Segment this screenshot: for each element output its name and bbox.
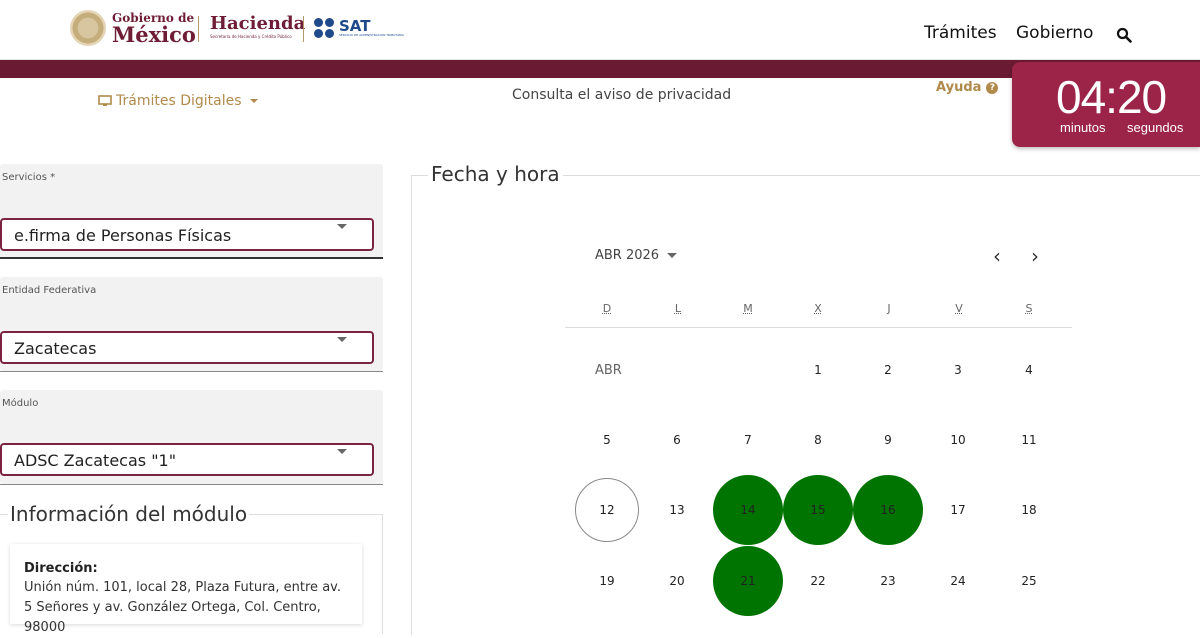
monitor-icon [98, 95, 112, 106]
tramites-digitales-dropdown[interactable]: Trámites Digitales [98, 93, 258, 109]
modulo-value: ADSC Zacatecas "1" [14, 451, 177, 470]
calendar-divider [565, 327, 1072, 328]
calendar-day-available[interactable]: 14 [713, 475, 783, 545]
dow-friday: V [955, 302, 963, 315]
field-underline [0, 371, 383, 372]
entidad-select[interactable]: Zacatecas [0, 331, 374, 364]
calendar-day: 3 [954, 363, 962, 377]
calendar-day: 8 [814, 433, 822, 447]
servicios-select[interactable]: e.firma de Personas Físicas [0, 218, 374, 251]
help-label: Ayuda [936, 80, 982, 95]
dow-saturday: S [1025, 302, 1033, 315]
calendar-day: 25 [1021, 574, 1037, 588]
sat-dots-icon [314, 18, 334, 38]
info-modulo-legend: Información del módulo [8, 502, 250, 526]
prev-month-button[interactable]: ‹ [993, 246, 1001, 266]
calendar-day: 17 [950, 503, 966, 517]
sat-name: SAT [339, 17, 371, 35]
field-underline [0, 484, 383, 485]
calendar-day: 4 [1025, 363, 1033, 377]
calendar-day: 13 [669, 503, 685, 517]
top-header: Gobierno de México Hacienda Secretaría d… [0, 0, 1200, 60]
calendar-day: 20 [669, 574, 685, 588]
calendar-day: 10 [950, 433, 966, 447]
national-seal-icon [70, 10, 106, 46]
hacienda-title: Hacienda [210, 13, 306, 34]
calendar-day: 5 [603, 433, 611, 447]
timer-minutes-label: minutos [1060, 120, 1106, 135]
privacy-notice-link[interactable]: Consulta el aviso de privacidad [512, 87, 731, 103]
calendar-day: 2 [884, 363, 892, 377]
chevron-down-icon [249, 99, 258, 103]
calendar-month-abbr: ABR [595, 363, 622, 378]
search-icon[interactable] [1116, 27, 1132, 43]
logo-divider [303, 16, 304, 42]
tramites-digitales-label: Trámites Digitales [116, 93, 242, 109]
month-selector[interactable]: ABR 2026 [595, 248, 678, 263]
timer-seconds-label: segundos [1127, 120, 1184, 135]
dow-tuesday: M [743, 302, 753, 315]
calendar-day-available[interactable]: 16 [853, 475, 923, 545]
calendar-day-available[interactable]: 21 [713, 546, 783, 616]
month-label: ABR 2026 [595, 248, 660, 263]
dow-thursday: J [887, 302, 891, 315]
sat-subtitle: SERVICIO DE ADMINISTRACIÓN TRIBUTARIA [339, 33, 405, 37]
nav-gobierno[interactable]: Gobierno [1016, 23, 1093, 43]
hacienda-subtitle: Secretaría de Hacienda y Crédito Público [210, 34, 292, 39]
calendar-day: 11 [1021, 433, 1037, 447]
timer-value: 04:20 [1056, 71, 1167, 123]
help-link[interactable]: Ayuda ? [936, 80, 999, 95]
sat-logo[interactable]: SAT SERVICIO DE ADMINISTRACIÓN TRIBUTARI… [314, 18, 404, 38]
question-icon: ? [986, 81, 999, 94]
dow-monday: L [674, 302, 682, 315]
calendar-day: 7 [744, 433, 752, 447]
calendar-day: 24 [950, 574, 966, 588]
calendar-day: 23 [880, 574, 896, 588]
chevron-down-icon [337, 449, 347, 454]
fecha-hora-legend: Fecha y hora [428, 162, 563, 186]
chevron-down-icon [337, 224, 347, 229]
nav-tramites[interactable]: Trámites [924, 23, 997, 43]
servicios-value: e.firma de Personas Físicas [14, 226, 232, 245]
entidad-field: Entidad Federativa Zacatecas [0, 277, 383, 371]
session-timer: 04:20 minutos segundos [1012, 62, 1200, 147]
calendar-day: 6 [673, 433, 681, 447]
dow-sunday: D [602, 302, 612, 315]
direccion-card: Dirección: Unión núm. 101, local 28, Pla… [10, 544, 362, 635]
modulo-field: Módulo ADSC Zacatecas "1" [0, 390, 383, 484]
servicios-field: Servicios * e.firma de Personas Físicas [0, 164, 383, 258]
calendar-day: 18 [1021, 503, 1037, 517]
logo-divider [198, 16, 199, 42]
hacienda-logo[interactable]: Hacienda Secretaría de Hacienda y Crédit… [210, 13, 305, 39]
next-month-button[interactable]: › [1031, 246, 1039, 266]
field-underline [0, 257, 383, 259]
dow-wednesday: X [814, 302, 822, 315]
modulo-label: Módulo [2, 398, 39, 409]
entidad-label: Entidad Federativa [2, 285, 97, 296]
gob-big-text: México [112, 21, 196, 47]
calendar-day: 9 [884, 433, 892, 447]
chevron-down-icon [337, 337, 347, 342]
calendar-day-today: 12 [575, 478, 639, 542]
calendar-day: 22 [810, 574, 826, 588]
chevron-down-icon [667, 253, 678, 258]
modulo-select[interactable]: ADSC Zacatecas "1" [0, 443, 374, 476]
calendar-day: 19 [599, 574, 615, 588]
servicios-label: Servicios * [2, 172, 56, 183]
gobierno-mexico-logo[interactable]: Gobierno de México [70, 10, 196, 46]
calendar-day: 1 [814, 363, 822, 377]
calendar-day-available[interactable]: 15 [783, 475, 853, 545]
entidad-value: Zacatecas [14, 339, 97, 358]
direccion-text: Unión núm. 101, local 28, Plaza Futura, … [24, 580, 341, 635]
direccion-label: Dirección: [24, 561, 98, 576]
